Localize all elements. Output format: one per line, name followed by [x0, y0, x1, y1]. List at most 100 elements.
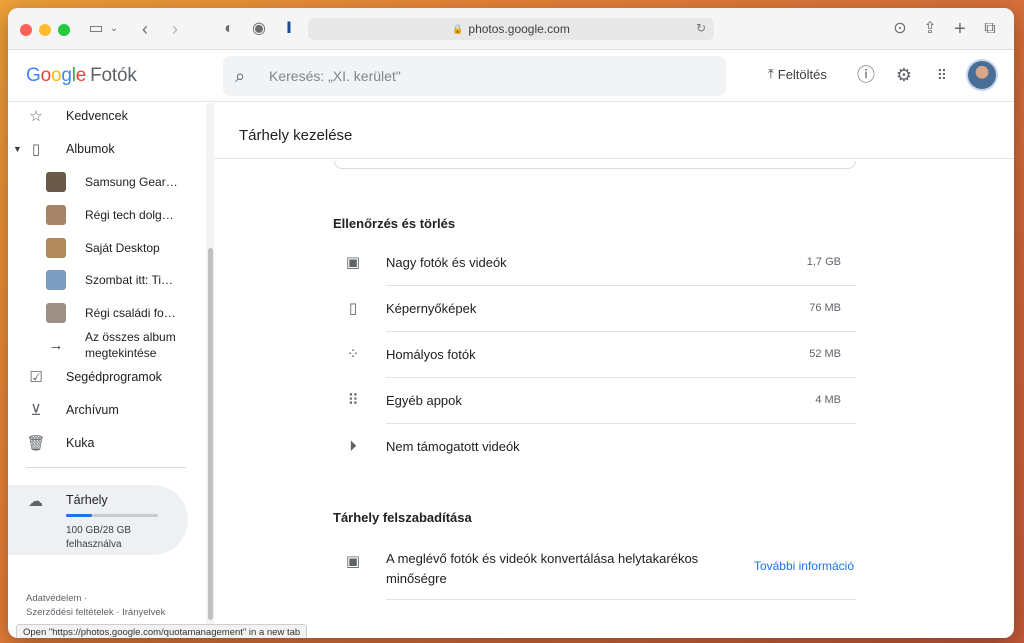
album-label: Szombat itt: Ti… — [85, 273, 174, 287]
review-row-other-apps[interactable]: ⠿ Egyéb appok 4 MB — [342, 377, 855, 423]
screenshot-icon: ▯ — [348, 300, 358, 317]
review-row-screenshots[interactable]: ▯ Képernyőképek 76 MB — [342, 285, 855, 331]
play-circle-icon: ⏵ — [349, 437, 357, 455]
help-icon[interactable]: ⓘ — [854, 63, 878, 87]
upload-label: Feltöltés — [777, 66, 827, 82]
page-title: Tárhely kezelése — [239, 127, 353, 144]
sidebar: ☆ Kedvencek ▼ ▯ Albumok Samsung Gear… Ré… — [8, 103, 206, 638]
all-albums-link[interactable]: → Az összes album megtekintése — [46, 327, 206, 363]
download-icon[interactable]: ⊙ — [890, 18, 910, 40]
row-label: Nagy fotók és videók — [386, 254, 507, 270]
browser-toolbar: ▭ ⌄ ‹ › ◐ ◉ Ⅰ 🔒 photos.google.com ↻ ⊙ ⇪ … — [8, 8, 1014, 50]
more-info-link[interactable]: További információ — [754, 559, 854, 589]
sidebar-item-albums[interactable]: ▼ ▯ Albumok — [8, 134, 198, 164]
album-thumbnail — [46, 303, 66, 323]
privacy-link[interactable]: Adatvédelem — [26, 593, 81, 604]
review-row-blurry[interactable]: ⁘ Homályos fotók 52 MB — [342, 331, 855, 377]
shield-icon[interactable]: ◐ — [220, 18, 238, 40]
reload-icon[interactable]: ↻ — [696, 21, 706, 35]
album-item[interactable]: Régi tech dolg… — [46, 200, 206, 230]
album-label: Saját Desktop — [85, 241, 160, 255]
album-thumbnail — [46, 172, 66, 192]
sidebar-divider — [26, 467, 186, 468]
text-extension-icon[interactable]: Ⅰ — [280, 18, 298, 40]
google-photos-logo[interactable]: Google Fotók — [26, 65, 137, 87]
address-bar[interactable]: 🔒 photos.google.com ↻ — [308, 18, 714, 40]
free-section-title: Tárhely felszabadítása — [333, 510, 472, 525]
utilities-icon: ☑ — [29, 369, 43, 386]
new-tab-icon[interactable]: + — [950, 18, 970, 40]
chevron-down-icon[interactable]: ⌄ — [108, 18, 120, 40]
album-thumbnail — [46, 205, 66, 225]
minimize-window-button[interactable] — [39, 24, 51, 36]
storage-card-edge — [334, 161, 856, 169]
back-icon[interactable]: ‹ — [136, 18, 154, 40]
album-label: Samsung Gear… — [85, 175, 178, 189]
search-input[interactable] — [269, 68, 669, 84]
sidebar-item-label: Segédprogramok — [66, 370, 162, 384]
row-label: Egyéb appok — [386, 392, 462, 408]
compress-icon: ▣ — [345, 553, 361, 570]
row-label: Nem támogatott videók — [386, 438, 520, 454]
link-status-tooltip: Open "https://photos.google.com/quotaman… — [16, 624, 308, 638]
caret-down-icon[interactable]: ▼ — [13, 144, 22, 154]
sidebar-item-label: Archívum — [66, 403, 119, 417]
sidebar-item-utilities[interactable]: ☑ Segédprogramok — [8, 362, 198, 392]
storage-label: Tárhely — [66, 493, 108, 507]
all-albums-line1: Az összes album — [85, 330, 176, 344]
sidebar-scrollbar-thumb[interactable] — [208, 248, 213, 620]
album-icon: ▯ — [31, 141, 41, 158]
avatar[interactable] — [966, 59, 998, 91]
album-label: Régi családi fo… — [85, 306, 176, 320]
share-icon[interactable]: ⇪ — [920, 18, 940, 40]
storage-used-text: 100 GB/28 GB felhasználva — [66, 525, 132, 550]
search-bar[interactable]: ⌕ — [223, 56, 726, 96]
album-item[interactable]: Szombat itt: Ti… — [46, 265, 206, 295]
album-item[interactable]: Samsung Gear… — [46, 167, 206, 197]
album-thumbnail — [46, 238, 66, 258]
album-item[interactable]: Régi családi fo… — [46, 298, 206, 328]
archive-icon: ⊻ — [30, 402, 42, 419]
sidebar-item-trash[interactable]: 🗑 Kuka — [8, 428, 198, 458]
row-size: 52 MB — [809, 348, 841, 360]
storage-progress-bar — [66, 514, 158, 517]
review-section-title: Ellenőrzés és törlés — [333, 216, 456, 231]
sidebar-item-archive[interactable]: ⊻ Archívum — [8, 395, 198, 425]
extension-icon[interactable]: ◉ — [250, 18, 268, 40]
review-row-unsupported-videos[interactable]: ⏵ Nem támogatott videók — [342, 423, 855, 469]
tab-overview-icon[interactable]: ⧉ — [980, 18, 1000, 40]
row-size: 76 MB — [809, 302, 841, 314]
album-item[interactable]: Saját Desktop — [46, 233, 206, 263]
apps-grid-icon[interactable]: ⠿ — [930, 63, 954, 87]
logo-google: Google — [26, 65, 87, 86]
upload-button[interactable]: ⤒ Feltöltés — [768, 66, 827, 82]
forward-icon[interactable]: › — [166, 18, 184, 40]
cloud-icon: ☁ — [28, 493, 43, 510]
gear-icon[interactable]: ⚙ — [892, 63, 916, 87]
convert-quality-row[interactable]: ▣ A meglévő fotók és videók konvertálása… — [342, 549, 862, 589]
review-row-large-files[interactable]: ▣ Nagy fotók és videók 1,7 GB — [342, 239, 855, 285]
lock-icon: 🔒 — [452, 23, 464, 34]
large-photo-icon: ▣ — [345, 254, 361, 271]
trash-icon: 🗑 — [26, 435, 46, 452]
star-icon: ☆ — [29, 108, 43, 125]
all-albums-label: Az összes album megtekintése — [85, 329, 176, 361]
row-label: Képernyőképek — [386, 300, 477, 316]
sidebar-item-label: Albumok — [66, 142, 115, 156]
sidebar-item-favorites[interactable]: ☆ Kedvencek — [8, 103, 198, 131]
row-label: Homályos fotók — [386, 346, 476, 362]
blurry-icon: ⁘ — [346, 346, 360, 363]
row-size: 4 MB — [815, 394, 841, 406]
zoom-window-button[interactable] — [58, 24, 70, 36]
sidebar-item-label: Kedvencek — [66, 109, 128, 123]
sidebar-toggle-icon[interactable]: ▭ — [86, 18, 106, 40]
terms-link[interactable]: Szerződési feltételek — [26, 607, 114, 618]
search-icon[interactable]: ⌕ — [235, 66, 259, 87]
close-window-button[interactable] — [20, 24, 32, 36]
row-divider — [386, 599, 856, 600]
app-header: GoogleFotók ⌕ ⤒ Feltöltés ⓘ ⚙ ⠿ — [8, 50, 1014, 102]
convert-label: A meglévő fotók és videók konvertálása h… — [386, 551, 699, 586]
policies-link[interactable]: Irányelvek — [122, 607, 165, 618]
logo-product: Fotók — [90, 65, 137, 86]
sidebar-item-storage[interactable]: ☁ Tárhely 100 GB/28 GB felhasználva — [8, 485, 188, 555]
